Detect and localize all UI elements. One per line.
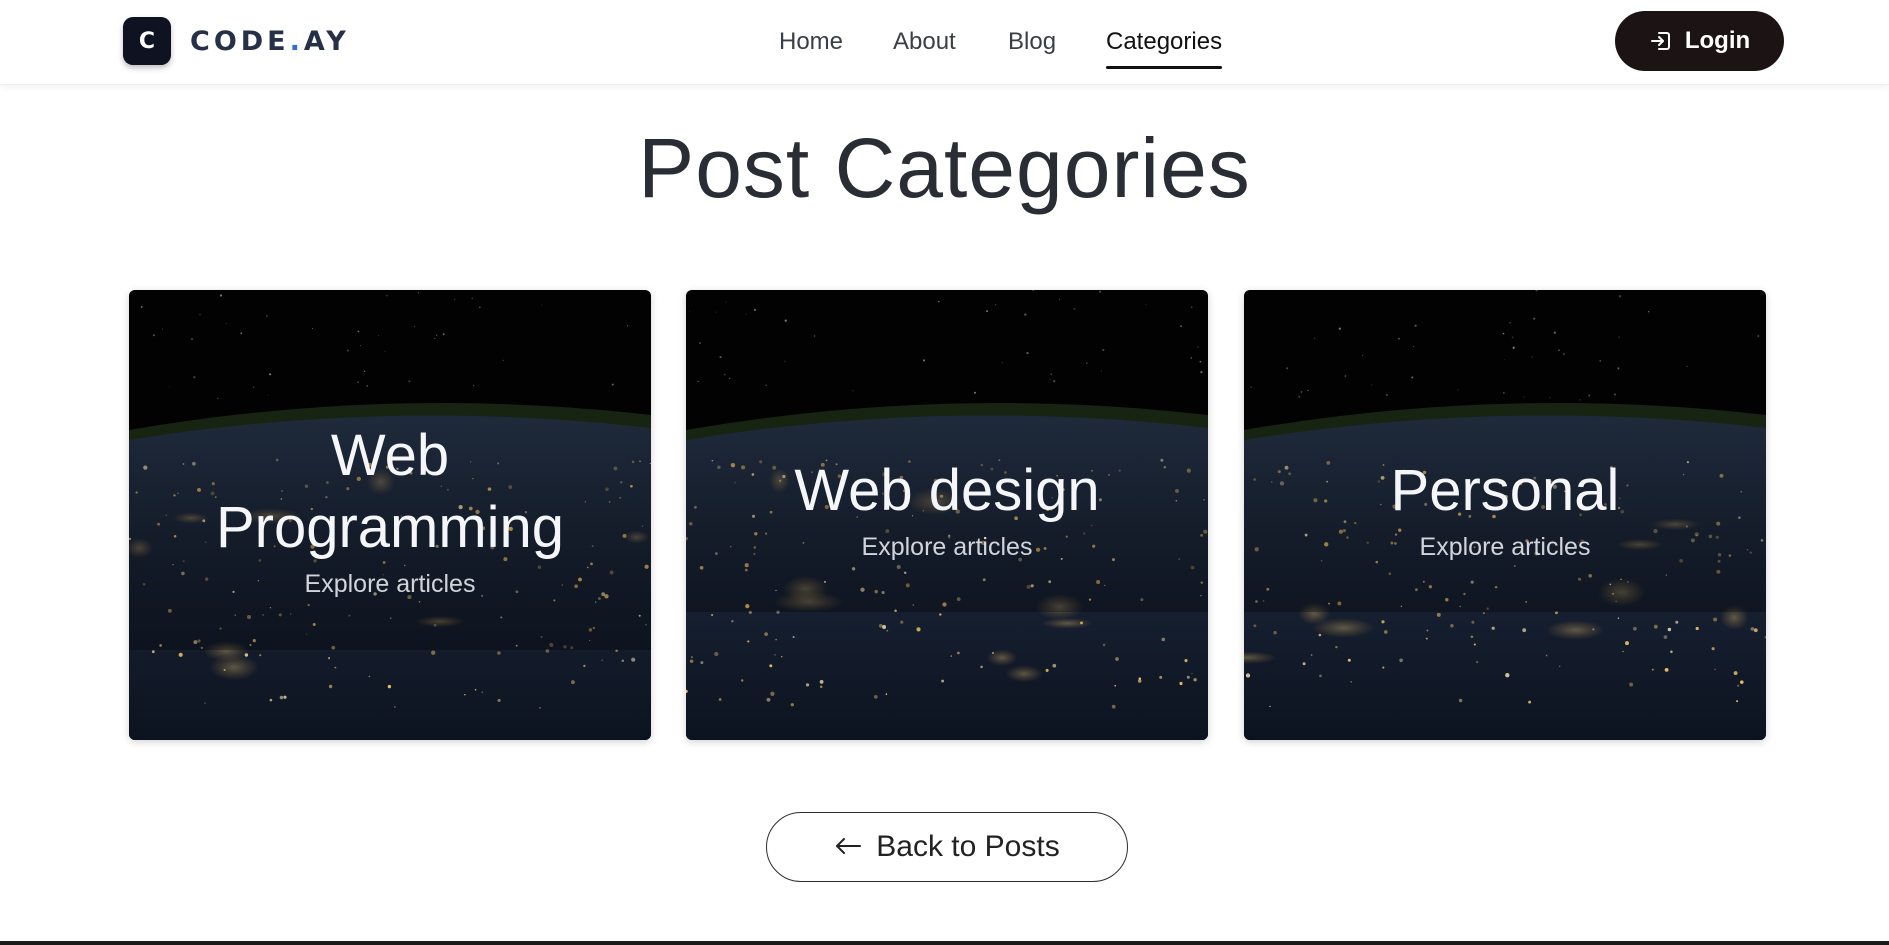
- login-label: Login: [1684, 27, 1751, 54]
- nav-link-blog[interactable]: Blog: [1008, 26, 1056, 58]
- card-caption: Web design Explore articles: [686, 455, 1208, 562]
- login-button[interactable]: Login: [1615, 11, 1784, 71]
- explore-link[interactable]: Explore articles: [686, 533, 1208, 562]
- category-title: Personal: [1390, 458, 1620, 523]
- card-overlay: [1244, 290, 1766, 612]
- card-caption: Personal Explore articles: [1244, 455, 1766, 562]
- login-icon: [1650, 32, 1670, 50]
- explore-link[interactable]: Explore articles: [1244, 533, 1766, 562]
- category-card-personal[interactable]: Personal Explore articles: [1244, 290, 1766, 740]
- category-title: Web Programming: [215, 423, 565, 560]
- back-to-posts-button[interactable]: Back to Posts: [766, 812, 1128, 882]
- arrow-left-icon: [834, 830, 862, 864]
- brand-logo-link[interactable]: C CODE.AY: [123, 17, 350, 65]
- category-card-web-programming[interactable]: Web Programming Explore articles: [129, 290, 651, 740]
- nav-link-home[interactable]: Home: [779, 26, 843, 58]
- nav-link-categories[interactable]: Categories: [1106, 26, 1222, 58]
- card-overlay: [686, 290, 1208, 612]
- footer-divider: [0, 941, 1889, 945]
- navbar: C CODE.AY Home About Blog Categories Log…: [0, 0, 1889, 85]
- card-caption: Web Programming Explore articles: [129, 420, 651, 599]
- page-title: Post Categories: [638, 121, 1251, 215]
- nav-link-about[interactable]: About: [893, 26, 956, 58]
- category-card-web-design[interactable]: Web design Explore articles: [686, 290, 1208, 740]
- explore-link[interactable]: Explore articles: [129, 570, 651, 599]
- brand-name: CODE.AY: [190, 25, 350, 57]
- logo-icon: C: [123, 17, 171, 65]
- category-title: Web design: [794, 458, 1100, 523]
- back-to-posts-label: Back to Posts: [876, 830, 1060, 863]
- active-nav-indicator: [1106, 66, 1222, 69]
